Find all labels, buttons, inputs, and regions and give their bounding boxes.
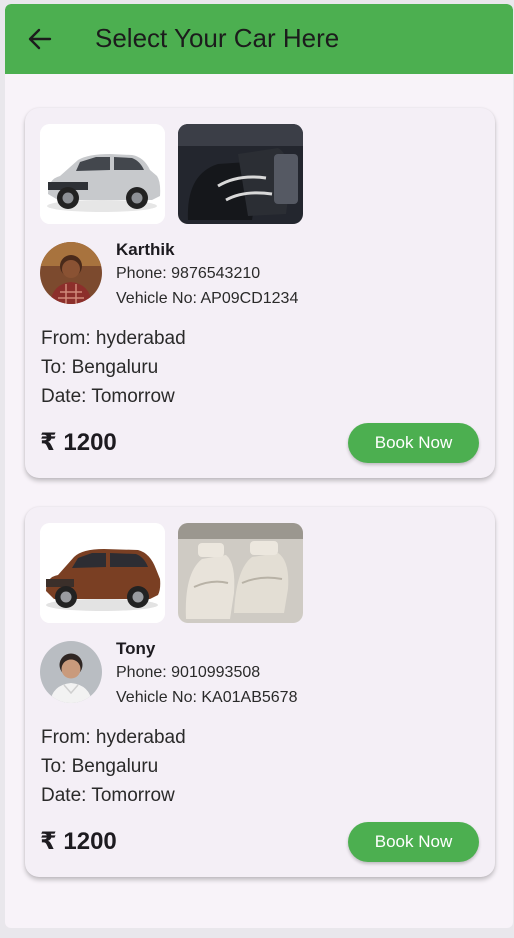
back-button[interactable] xyxy=(25,24,55,54)
fare-price: ₹ 1200 xyxy=(40,828,117,855)
trip-date: Date: Tomorrow xyxy=(41,785,175,806)
app-screen: Select Your Car Here Karthik Phone: 9876… xyxy=(5,4,513,928)
route-to: To: Bengaluru xyxy=(41,756,159,777)
driver-phone: Phone: 9010993508 xyxy=(116,664,261,681)
vehicle-number: Vehicle No: AP09CD1234 xyxy=(116,290,299,307)
app-bar: Select Your Car Here xyxy=(5,4,513,74)
fare-price: ₹ 1200 xyxy=(40,429,117,456)
route-from: From: hyderabad xyxy=(41,727,186,748)
car-interior-image xyxy=(178,124,303,224)
vehicle-number: Vehicle No: KA01AB5678 xyxy=(116,689,298,706)
page-title: Select Your Car Here xyxy=(95,23,340,53)
car-exterior-image xyxy=(40,124,165,224)
route-to: To: Bengaluru xyxy=(41,357,159,378)
book-now-button[interactable]: Book Now xyxy=(348,423,479,463)
driver-phone: Phone: 9876543210 xyxy=(116,265,261,282)
driver-avatar xyxy=(40,641,102,703)
driver-name: Karthik xyxy=(116,240,175,259)
car-card: Karthik Phone: 9876543210 Vehicle No: AP… xyxy=(25,108,495,478)
book-now-button[interactable]: Book Now xyxy=(348,822,479,862)
car-interior-image xyxy=(178,523,303,623)
car-card: Tony Phone: 9010993508 Vehicle No: KA01A… xyxy=(25,507,495,877)
driver-name: Tony xyxy=(116,639,156,658)
car-exterior-image xyxy=(40,523,165,623)
arrow-left-icon xyxy=(28,28,52,50)
trip-date: Date: Tomorrow xyxy=(41,386,175,407)
route-from: From: hyderabad xyxy=(41,328,186,349)
driver-avatar xyxy=(40,242,102,304)
